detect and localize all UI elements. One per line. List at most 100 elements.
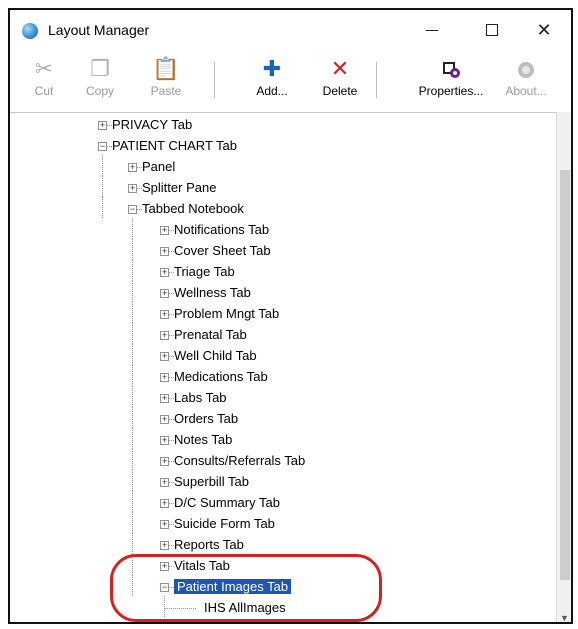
layout-manager-window: Layout Manager ✕ ✂ Cut ❐ Copy 📋 Paste ✚ …	[8, 8, 573, 624]
properties-button[interactable]: Properties...	[408, 56, 494, 106]
tree-node[interactable]: Reports Tab	[174, 535, 244, 555]
tree-node-label: Medications Tab	[174, 369, 268, 384]
tree-node[interactable]: Well Child Tab	[174, 346, 257, 366]
expand-icon[interactable]: +	[160, 268, 169, 277]
tree-node[interactable]: D/C Summary Tab	[174, 493, 280, 513]
close-button[interactable]: ✕	[522, 14, 566, 46]
tree-node-label: Splitter Pane	[142, 180, 217, 195]
tree-node[interactable]: Cover Sheet Tab	[174, 241, 271, 261]
tree-connector-line	[102, 197, 103, 218]
expand-icon[interactable]: +	[160, 499, 169, 508]
add-button[interactable]: ✚ Add...	[244, 56, 300, 106]
tree-node-label: Consults/Referrals Tab	[174, 453, 306, 468]
tree-node-label: Tabbed Notebook	[142, 201, 244, 216]
tree-node-label: Labs Tab	[174, 390, 227, 405]
tree-node-label: Patient Images Tab	[174, 579, 292, 594]
expand-icon[interactable]: +	[160, 520, 169, 529]
tree-node-label: RESOURCES Tab	[112, 621, 219, 622]
collapse-icon[interactable]: −	[98, 142, 107, 151]
expand-icon[interactable]: +	[160, 415, 169, 424]
tree-connector-line	[132, 449, 133, 470]
expand-icon[interactable]: +	[160, 289, 169, 298]
tree-node-label: Panel	[142, 159, 176, 174]
tree-connector-line	[132, 470, 133, 491]
tree-node[interactable]: Vitals Tab	[174, 556, 230, 576]
title-bar: Layout Manager ✕	[10, 10, 571, 50]
add-label: Add...	[256, 84, 288, 98]
delete-x-icon: ✕	[330, 56, 350, 81]
tree-node[interactable]: IHS AllImages	[204, 598, 286, 618]
tree-connector-line	[132, 554, 133, 575]
properties-label: Properties...	[418, 84, 484, 98]
paste-button[interactable]: 📋 Paste	[138, 56, 194, 106]
tree-node-label: Problem Mngt Tab	[174, 306, 280, 321]
tree-node[interactable]: Panel	[142, 157, 175, 177]
expand-icon[interactable]: +	[160, 562, 169, 571]
expand-icon[interactable]: +	[160, 478, 169, 487]
tree-connector-line	[164, 608, 196, 609]
tree-node-label: Well Child Tab	[174, 348, 257, 363]
tree-node[interactable]: Superbill Tab	[174, 472, 249, 492]
tree-connector-line	[132, 218, 133, 239]
tree-node[interactable]: RESOURCES Tab	[112, 619, 219, 622]
expand-icon[interactable]: +	[160, 226, 169, 235]
tree-node[interactable]: Triage Tab	[174, 262, 235, 282]
tree-connector-line	[132, 344, 133, 365]
tree-node[interactable]: Patient Images Tab	[174, 577, 292, 597]
layout-tree[interactable]: + PRIVACY Tab − PATIENT CHART Tab + Panel + Spl…	[10, 112, 556, 622]
copy-label: Copy	[85, 84, 114, 98]
scrollbar-thumb[interactable]	[560, 170, 570, 580]
tree-node[interactable]: Problem Mngt Tab	[174, 304, 279, 324]
expand-icon[interactable]: +	[160, 247, 169, 256]
expand-icon[interactable]: +	[160, 457, 169, 466]
expand-icon[interactable]: +	[160, 310, 169, 319]
expand-icon[interactable]: +	[98, 121, 107, 130]
expand-icon[interactable]: +	[160, 394, 169, 403]
tree-node[interactable]: Medications Tab	[174, 367, 268, 387]
minimize-button[interactable]	[410, 14, 454, 46]
expand-icon[interactable]: +	[128, 184, 137, 193]
tree-node[interactable]: PATIENT CHART Tab	[112, 136, 237, 156]
cut-button[interactable]: ✂ Cut	[16, 56, 72, 106]
expand-icon[interactable]: +	[128, 163, 137, 172]
tree-node-label: D/C Summary Tab	[174, 495, 280, 510]
tree-node[interactable]: Orders Tab	[174, 409, 238, 429]
scroll-down-arrow-icon[interactable]: ▼	[560, 613, 569, 622]
tree-connector-line	[132, 302, 133, 323]
delete-label: Delete	[322, 84, 358, 98]
expand-icon[interactable]: +	[160, 373, 169, 382]
about-button[interactable]: About...	[494, 56, 558, 106]
tree-node[interactable]: Notes Tab	[174, 430, 232, 450]
tree-node[interactable]: Notifications Tab	[174, 220, 269, 240]
tree-node[interactable]: PRIVACY Tab	[112, 115, 192, 135]
tree-node[interactable]: Splitter Pane	[142, 178, 216, 198]
expand-icon[interactable]: +	[160, 436, 169, 445]
tree-node[interactable]: Wellness Tab	[174, 283, 251, 303]
delete-button[interactable]: ✕ Delete	[312, 56, 368, 106]
tree-node[interactable]: Suicide Form Tab	[174, 514, 275, 534]
copy-icon: ❐	[90, 56, 110, 81]
expand-icon[interactable]: +	[160, 541, 169, 550]
tree-node-label: Orders Tab	[174, 411, 239, 426]
vertical-scrollbar[interactable]: ▼	[556, 112, 571, 622]
tree-node-label: Suicide Form Tab	[174, 516, 275, 531]
tree-connector-line	[132, 281, 133, 302]
tree-node[interactable]: Tabbed Notebook	[142, 199, 244, 219]
tree-node[interactable]: Labs Tab	[174, 388, 227, 408]
scissors-icon: ✂	[34, 56, 54, 81]
tree-connector-line	[132, 407, 133, 428]
expand-icon[interactable]: +	[160, 331, 169, 340]
tree-node-label: Reports Tab	[174, 537, 244, 552]
window-title: Layout Manager	[48, 22, 150, 38]
collapse-icon[interactable]: −	[160, 583, 169, 592]
collapse-icon[interactable]: −	[128, 205, 137, 214]
maximize-button[interactable]	[470, 14, 514, 46]
info-icon	[494, 56, 558, 82]
expand-icon[interactable]: +	[160, 352, 169, 361]
tree-node[interactable]: Consults/Referrals Tab	[174, 451, 305, 471]
minimize-icon	[426, 29, 438, 31]
properties-icon	[408, 56, 494, 82]
tree-node-label: Vitals Tab	[174, 558, 230, 573]
copy-button[interactable]: ❐ Copy	[72, 56, 128, 106]
tree-node[interactable]: Prenatal Tab	[174, 325, 247, 345]
